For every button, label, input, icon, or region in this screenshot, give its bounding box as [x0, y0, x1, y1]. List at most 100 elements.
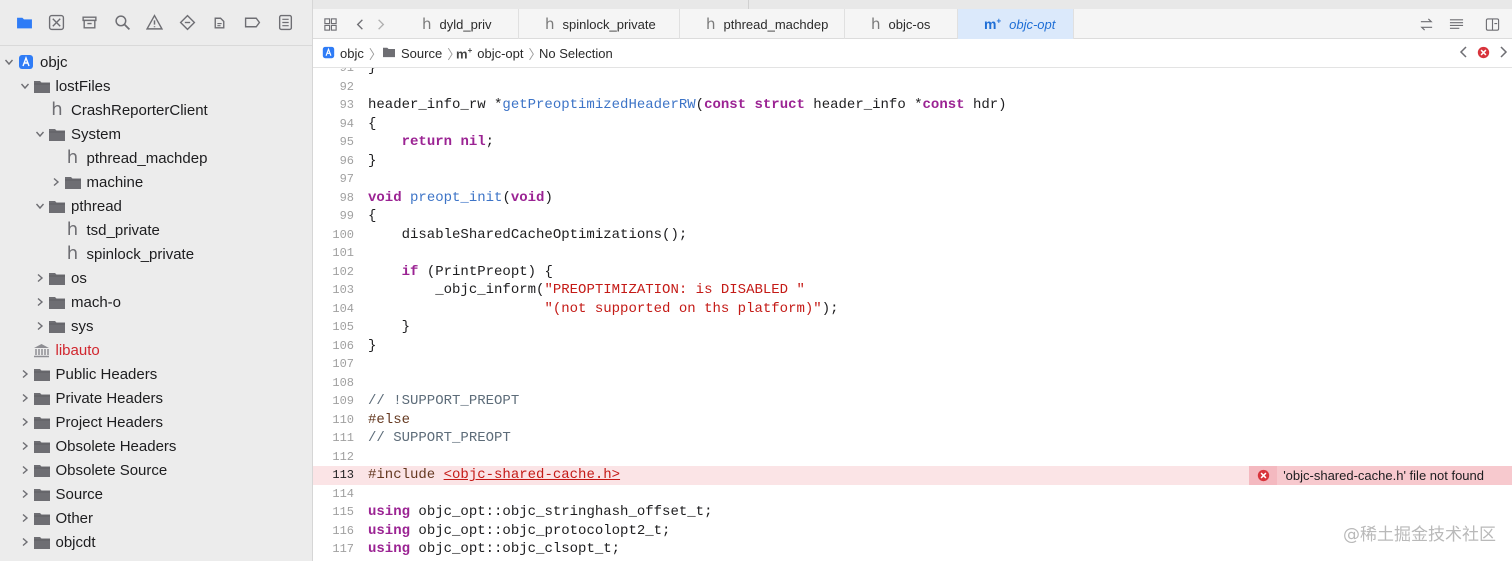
editor-tab-label: pthread_machdep: [723, 16, 829, 32]
disclosure-open-icon[interactable]: [34, 200, 46, 212]
disclosure-closed-icon[interactable]: [19, 368, 31, 380]
back-chevron-icon[interactable]: [351, 9, 369, 39]
code-line[interactable]: 95 return nil;: [313, 133, 1512, 152]
code-line[interactable]: 91}: [313, 68, 1512, 78]
editor-tab[interactable]: h spinlock_private: [519, 9, 680, 39]
navigator-item[interactable]: Obsolete Headers: [0, 434, 312, 458]
next-issue-icon[interactable]: [1498, 46, 1508, 61]
code-line[interactable]: 104 "(not supported on ths platform)");: [313, 300, 1512, 319]
jump-bar-file[interactable]: m+ objc-opt 〉: [456, 44, 542, 63]
editor-tab[interactable]: h pthread_machdep: [680, 9, 845, 39]
navigator-item[interactable]: h CrashReporterClient: [0, 98, 312, 122]
code-line-error[interactable]: 113 #include <objc-shared-cache.h> 'objc-s…: [313, 466, 1512, 485]
disclosure-closed-icon[interactable]: [19, 536, 31, 548]
code-line[interactable]: 102 if (PrintPreopt) {: [313, 263, 1512, 282]
code-line[interactable]: 116 using objc_opt::objc_protocolopt2_t;: [313, 522, 1512, 541]
disclosure-closed-icon[interactable]: [34, 296, 46, 308]
forward-chevron-icon[interactable]: [371, 9, 389, 39]
code-line[interactable]: 99 {: [313, 207, 1512, 226]
navigator-item[interactable]: machine: [0, 170, 312, 194]
folder-icon: [48, 197, 66, 215]
project-icon: [322, 46, 335, 62]
navigator-item[interactable]: sys: [0, 314, 312, 338]
split-editor-icon[interactable]: [1479, 9, 1505, 39]
code-line[interactable]: 92: [313, 78, 1512, 97]
navigator-item[interactable]: objcdt: [0, 530, 312, 554]
navigator-item[interactable]: Public Headers: [0, 362, 312, 386]
navigator-item[interactable]: os: [0, 266, 312, 290]
issue-icon[interactable]: [138, 8, 171, 38]
code-line[interactable]: 114: [313, 485, 1512, 504]
disclosure-closed-icon[interactable]: [50, 176, 62, 188]
navigator-item[interactable]: lostFiles: [0, 74, 312, 98]
navigator-item[interactable]: libauto: [0, 338, 312, 362]
disclosure-closed-icon[interactable]: [34, 320, 46, 332]
code-line[interactable]: 93 header_info_rw *getPreoptimizedHeaderR…: [313, 96, 1512, 115]
code-line[interactable]: 97: [313, 170, 1512, 189]
code-line[interactable]: 100 disableSharedCacheOptimizations();: [313, 226, 1512, 245]
code-line[interactable]: 106}: [313, 337, 1512, 356]
navigator-item[interactable]: Project Headers: [0, 410, 312, 434]
navigator-item[interactable]: objc: [0, 50, 312, 74]
test-icon[interactable]: [171, 8, 204, 38]
previous-issue-icon[interactable]: [1459, 46, 1469, 61]
jump-bar-selection[interactable]: No Selection: [539, 46, 613, 61]
jump-bar-project[interactable]: objc 〉: [322, 44, 382, 63]
navigator-item-label: sys: [71, 317, 94, 335]
navigator-item[interactable]: System: [0, 122, 312, 146]
debug-icon[interactable]: [204, 8, 237, 38]
code-line[interactable]: 105 }: [313, 318, 1512, 337]
code-line[interactable]: 111 // SUPPORT_PREOPT: [313, 429, 1512, 448]
code-line[interactable]: 117 using objc_opt::objc_clsopt_t;: [313, 540, 1512, 559]
disclosure-closed-icon[interactable]: [19, 392, 31, 404]
code-line[interactable]: 96}: [313, 152, 1512, 171]
grid-icon[interactable]: [319, 9, 341, 39]
navigator-item[interactable]: mach-o: [0, 290, 312, 314]
editor-tab[interactable]: h objc-os: [845, 9, 958, 39]
editor-options-icon[interactable]: [1443, 9, 1469, 39]
editor-tab[interactable]: m+ objc-opt: [958, 9, 1074, 39]
disclosure-open-icon[interactable]: [34, 128, 46, 140]
disclosure-open-icon[interactable]: [19, 80, 31, 92]
code-line[interactable]: 94 {: [313, 115, 1512, 134]
code-line[interactable]: 103 _objc_inform("PREOPTIMIZATION: is DI…: [313, 281, 1512, 300]
disclosure-open-icon[interactable]: [3, 56, 15, 68]
swap-icon[interactable]: [1415, 9, 1437, 39]
code-line[interactable]: 115 using objc_opt::objc_stringhash_offse…: [313, 503, 1512, 522]
navigator-item[interactable]: h tsd_private: [0, 218, 312, 242]
disclosure-closed-icon[interactable]: [19, 440, 31, 452]
folder-icon[interactable]: [8, 8, 41, 38]
navigator-item[interactable]: Source: [0, 482, 312, 506]
inline-error-annotation[interactable]: 'objc-shared-cache.h' file not found: [1249, 466, 1512, 485]
navigator-item[interactable]: h pthread_machdep: [0, 146, 312, 170]
disclosure-closed-icon[interactable]: [19, 488, 31, 500]
navigator-item[interactable]: Obsolete Source: [0, 458, 312, 482]
find-icon[interactable]: [106, 8, 139, 38]
code-line[interactable]: 101: [313, 244, 1512, 263]
error-icon[interactable]: [1477, 46, 1490, 62]
navigator-item[interactable]: Private Headers: [0, 386, 312, 410]
code-line[interactable]: 109 // !SUPPORT_PREOPT: [313, 392, 1512, 411]
disclosure-closed-icon[interactable]: [19, 512, 31, 524]
code-line[interactable]: 98 void preopt_init(void): [313, 189, 1512, 208]
code-view[interactable]: 91} 92 93 header_info_rw *getPreoptimizedHe…: [313, 68, 1512, 561]
breakpoint-icon[interactable]: [236, 8, 269, 38]
navigator-item[interactable]: Other: [0, 506, 312, 530]
disclosure-closed-icon[interactable]: [19, 416, 31, 428]
code-line[interactable]: 110 #else: [313, 411, 1512, 430]
disclosure-closed-icon[interactable]: [19, 464, 31, 476]
jump-bar-folder[interactable]: Source 〉: [382, 44, 460, 63]
editor-tab[interactable]: h dyld_priv: [396, 9, 519, 39]
editor-tab-label: objc-opt: [1009, 16, 1056, 32]
disclosure-closed-icon[interactable]: [34, 272, 46, 284]
navigator-item[interactable]: pthread: [0, 194, 312, 218]
line-number: 92: [339, 79, 354, 94]
code-line[interactable]: 107: [313, 355, 1512, 374]
navigator-item[interactable]: h spinlock_private: [0, 242, 312, 266]
code-line[interactable]: 108: [313, 374, 1512, 393]
source-control-icon[interactable]: [41, 8, 74, 38]
report-icon[interactable]: [269, 8, 302, 38]
code-line[interactable]: 112: [313, 448, 1512, 467]
symbol-icon[interactable]: [73, 8, 106, 38]
